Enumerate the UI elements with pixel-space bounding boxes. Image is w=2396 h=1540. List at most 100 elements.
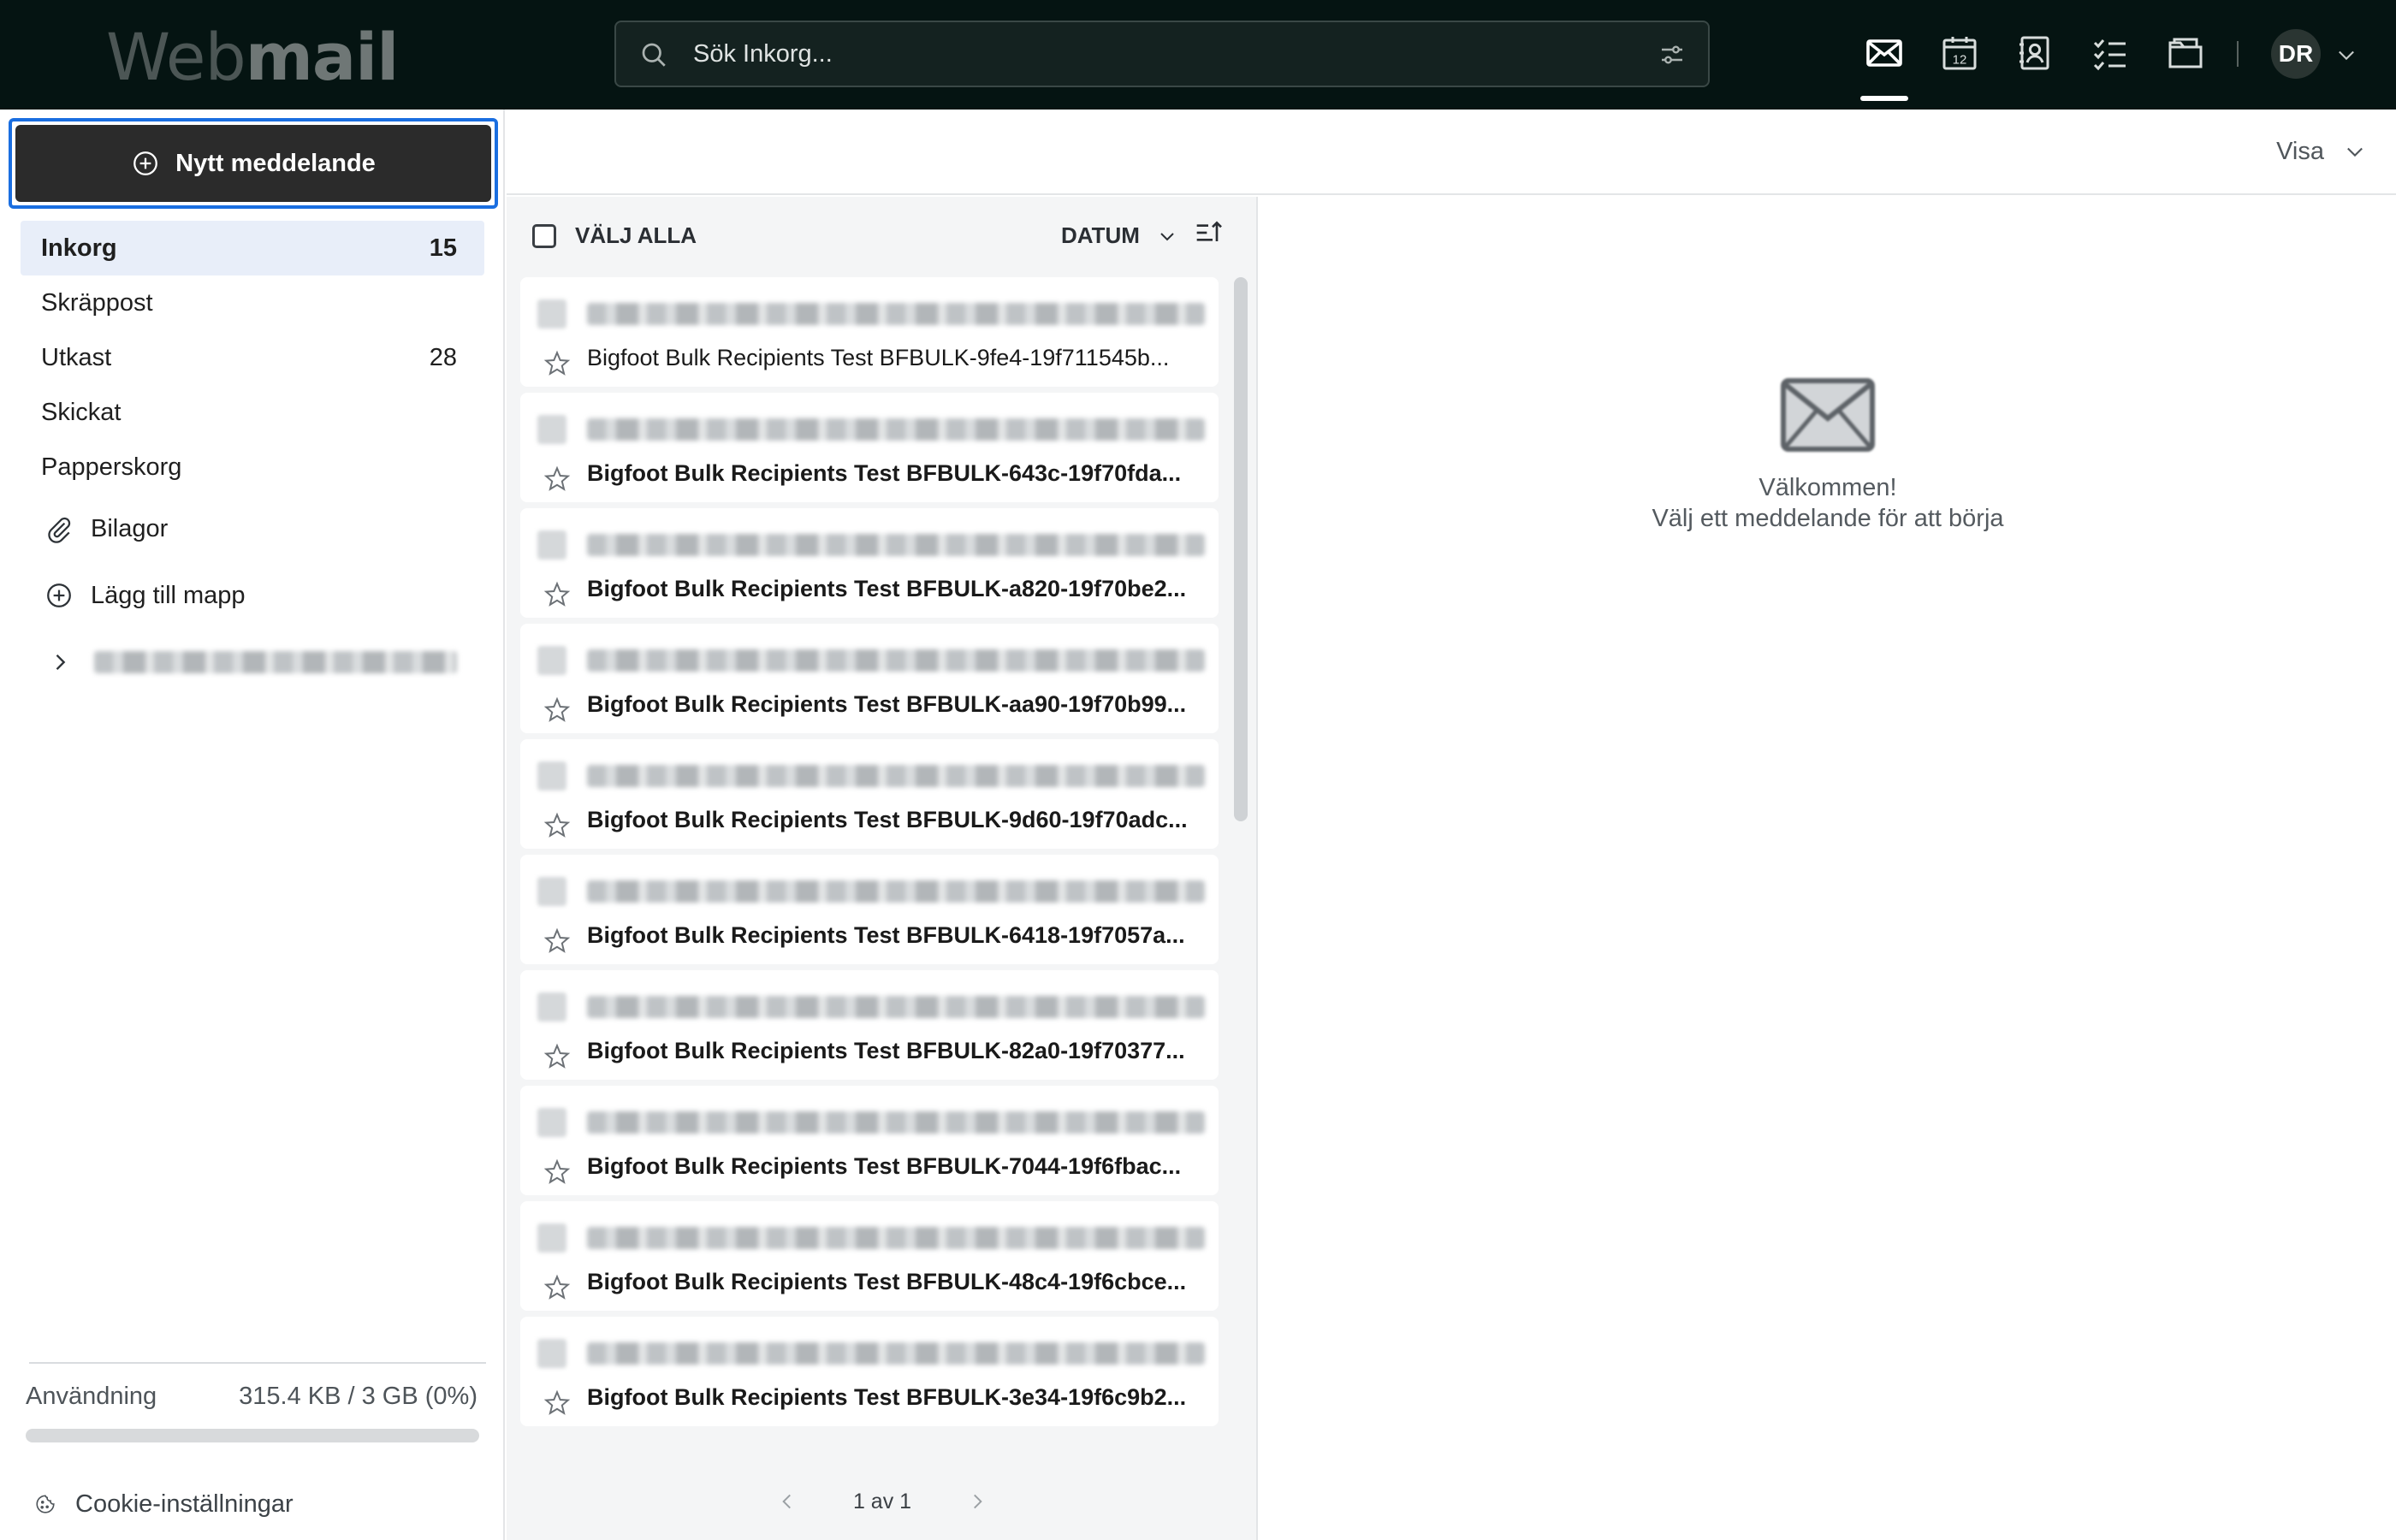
- cookie-settings-link[interactable]: Cookie-inställningar: [34, 1480, 294, 1528]
- user-avatar[interactable]: DR: [2271, 29, 2321, 79]
- redacted-sender: [587, 1342, 1205, 1365]
- folder-label: Papperskorg: [41, 453, 182, 481]
- search-bar[interactable]: [614, 21, 1710, 87]
- star-icon[interactable]: [543, 811, 572, 840]
- view-menu-button[interactable]: Visa: [2276, 130, 2367, 173]
- row-checkbox[interactable]: [537, 415, 566, 444]
- svg-text:12: 12: [1953, 52, 1967, 67]
- chevron-right-icon[interactable]: [966, 1490, 988, 1513]
- message-row[interactable]: Bigfoot Bulk Recipients Test BFBULK-aa90…: [520, 624, 1219, 733]
- top-separator: [2237, 41, 2239, 67]
- chevron-down-icon: [1160, 232, 1174, 240]
- redacted-sender: [587, 1111, 1205, 1134]
- select-all-label: VÄLJ ALLA: [575, 222, 697, 248]
- folder-sent[interactable]: Skickat: [21, 385, 484, 440]
- message-subject: Bigfoot Bulk Recipients Test BFBULK-a820…: [587, 576, 1187, 601]
- folder-spam[interactable]: Skräppost: [21, 275, 484, 330]
- view-toolbar: Visa: [507, 110, 2396, 195]
- new-message-button[interactable]: Nytt meddelande: [15, 125, 491, 202]
- message-list-header: VÄLJ ALLA DATUM: [507, 197, 1258, 274]
- message-subject: Bigfoot Bulk Recipients Test BFBULK-9fe4…: [587, 345, 1170, 370]
- plus-circle-icon: [133, 151, 158, 175]
- star-icon[interactable]: [543, 1273, 572, 1302]
- search-input[interactable]: [693, 33, 1592, 75]
- chevron-right-icon[interactable]: [48, 650, 72, 674]
- row-checkbox[interactable]: [537, 299, 566, 329]
- row-checkbox[interactable]: [537, 1108, 566, 1137]
- star-icon[interactable]: [543, 1389, 572, 1418]
- message-row[interactable]: Bigfoot Bulk Recipients Test BFBULK-643c…: [520, 393, 1219, 502]
- usage-value: 315.4 KB / 3 GB (0%): [239, 1383, 477, 1410]
- row-checkbox[interactable]: [537, 530, 566, 560]
- mail-icon[interactable]: [1864, 33, 1905, 74]
- app-logo[interactable]: Webmail: [106, 19, 399, 96]
- add-folder-label: Lägg till mapp: [91, 582, 246, 609]
- tasks-icon[interactable]: [2090, 33, 2131, 74]
- row-checkbox[interactable]: [537, 992, 566, 1022]
- sort-direction-icon[interactable]: [1191, 216, 1225, 250]
- redacted-sender: [587, 418, 1205, 441]
- folder-inbox[interactable]: Inkorg 15: [21, 221, 484, 275]
- row-checkbox[interactable]: [537, 646, 566, 675]
- cookie-icon: [36, 1495, 55, 1513]
- welcome-subtitle: Välj ett meddelande för att börja: [1652, 505, 2004, 532]
- message-row[interactable]: Bigfoot Bulk Recipients Test BFBULK-9d60…: [520, 739, 1219, 849]
- redacted-sender: [587, 534, 1205, 556]
- folder-label: Inkorg: [41, 234, 117, 262]
- files-icon[interactable]: [2165, 33, 2206, 74]
- message-row[interactable]: Bigfoot Bulk Recipients Test BFBULK-9fe4…: [520, 277, 1219, 387]
- compose-focus-ring: Nytt meddelande: [9, 118, 498, 209]
- redacted-sender: [587, 880, 1205, 903]
- calendar-icon[interactable]: 12: [1939, 33, 1980, 74]
- envelope-icon: [1781, 378, 1875, 452]
- star-icon[interactable]: [543, 927, 572, 956]
- message-row[interactable]: Bigfoot Bulk Recipients Test BFBULK-7044…: [520, 1086, 1219, 1195]
- welcome-title: Välkommen!: [1758, 474, 1897, 501]
- row-checkbox[interactable]: [537, 1339, 566, 1368]
- redacted-account-name: [94, 651, 457, 673]
- message-subject: Bigfoot Bulk Recipients Test BFBULK-48c4…: [587, 1269, 1187, 1294]
- star-icon[interactable]: [543, 349, 572, 378]
- attachments-link[interactable]: Bilagor: [44, 505, 168, 553]
- message-row[interactable]: Bigfoot Bulk Recipients Test BFBULK-6418…: [520, 855, 1219, 964]
- add-folder-button[interactable]: Lägg till mapp: [44, 572, 246, 619]
- star-icon[interactable]: [543, 1158, 572, 1187]
- message-subject: Bigfoot Bulk Recipients Test BFBULK-aa90…: [587, 691, 1187, 717]
- message-row[interactable]: Bigfoot Bulk Recipients Test BFBULK-82a0…: [520, 970, 1219, 1080]
- chevron-down-icon[interactable]: [2334, 43, 2358, 67]
- select-all-checkbox[interactable]: VÄLJ ALLA: [532, 222, 697, 249]
- contacts-icon[interactable]: [2014, 33, 2055, 74]
- paperclip-icon: [48, 517, 71, 543]
- usage-label: Användning: [26, 1383, 157, 1410]
- folder-drafts[interactable]: Utkast 28: [21, 330, 484, 385]
- pagination: 1 av 1: [507, 1463, 1258, 1540]
- star-icon[interactable]: [543, 465, 572, 494]
- message-list-pane: VÄLJ ALLA DATUM Bigfoot Bulk Recipients …: [507, 197, 1258, 1540]
- top-bar: Webmail 12 DR: [0, 0, 2396, 110]
- folder-trash[interactable]: Papperskorg: [21, 440, 484, 495]
- message-rows: Bigfoot Bulk Recipients Test BFBULK-9fe4…: [520, 277, 1219, 1458]
- account-folder-tree[interactable]: [48, 638, 459, 686]
- star-icon[interactable]: [543, 580, 572, 609]
- message-row[interactable]: Bigfoot Bulk Recipients Test BFBULK-3e34…: [520, 1317, 1219, 1426]
- message-row[interactable]: Bigfoot Bulk Recipients Test BFBULK-48c4…: [520, 1201, 1219, 1311]
- reading-pane-empty-state: Välkommen! Välj ett meddelande för att b…: [1260, 376, 2396, 534]
- folder-label: Skräppost: [41, 289, 153, 317]
- list-scrollbar[interactable]: [1234, 277, 1248, 821]
- folder-count: 28: [429, 344, 457, 371]
- row-checkbox[interactable]: [537, 877, 566, 906]
- folder-count: 15: [429, 234, 457, 262]
- row-checkbox[interactable]: [537, 761, 566, 791]
- chevron-left-icon[interactable]: [776, 1490, 798, 1513]
- checkbox[interactable]: [532, 223, 556, 248]
- row-checkbox[interactable]: [537, 1223, 566, 1253]
- redacted-sender: [587, 649, 1205, 672]
- redacted-sender: [587, 996, 1205, 1018]
- sort-field-dropdown[interactable]: DATUM: [1061, 222, 1177, 249]
- star-icon[interactable]: [543, 1042, 572, 1071]
- star-icon[interactable]: [543, 696, 572, 725]
- search-icon: [642, 43, 666, 67]
- message-row[interactable]: Bigfoot Bulk Recipients Test BFBULK-a820…: [520, 508, 1219, 618]
- folder-label: Utkast: [41, 344, 112, 371]
- filter-sliders-icon[interactable]: [1657, 39, 1687, 70]
